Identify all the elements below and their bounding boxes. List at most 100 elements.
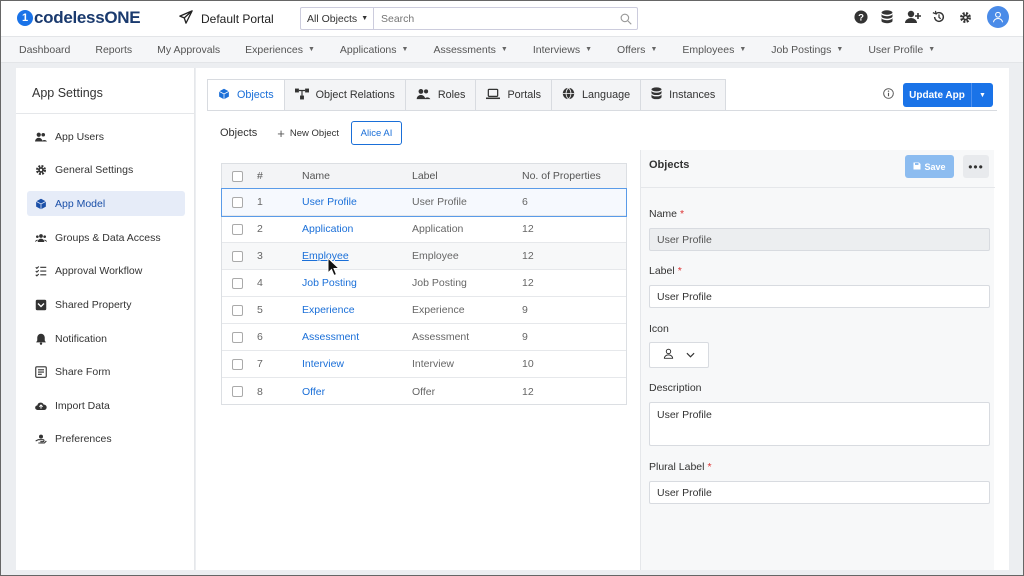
nav-user-profile[interactable]: User Profile ▼ bbox=[868, 44, 935, 56]
detail-title: Objects bbox=[649, 159, 690, 171]
tab-roles[interactable]: Roles bbox=[405, 79, 477, 111]
row-checkbox[interactable] bbox=[232, 196, 243, 208]
database-icon[interactable] bbox=[879, 9, 895, 25]
table-row[interactable]: 4 Job Posting Job Posting 12 bbox=[222, 270, 626, 297]
row-name-link[interactable]: Experience bbox=[302, 304, 355, 316]
save-button[interactable]: Save bbox=[905, 155, 954, 178]
row-props: 9 bbox=[522, 304, 528, 316]
caret-down-icon: ▼ bbox=[928, 46, 936, 53]
row-name-link[interactable]: Employee bbox=[302, 250, 349, 262]
table-row[interactable]: 3 Employee Employee 12 bbox=[222, 243, 626, 270]
col-header-name[interactable]: Name bbox=[302, 170, 330, 182]
update-app-button[interactable]: Update App ▼ bbox=[903, 83, 993, 107]
label-field[interactable]: User Profile bbox=[649, 285, 990, 308]
row-num: 1 bbox=[257, 196, 263, 208]
sidebar-item-groups-data-access[interactable]: Groups & Data Access bbox=[27, 225, 185, 250]
tab-objects[interactable]: Objects bbox=[207, 79, 285, 111]
plural-label-field[interactable]: User Profile bbox=[649, 481, 990, 504]
sidebar-item-share-form[interactable]: Share Form bbox=[27, 359, 185, 384]
update-app-label: Update App bbox=[909, 89, 965, 101]
cube-icon bbox=[35, 198, 47, 210]
logo-text: codelessONE bbox=[34, 8, 141, 27]
table-row[interactable]: 6 Assessment Assessment 9 bbox=[222, 324, 626, 351]
table-row[interactable]: 5 Experience Experience 9 bbox=[222, 297, 626, 324]
laptop-icon bbox=[486, 88, 501, 103]
name-field[interactable]: User Profile bbox=[649, 228, 990, 251]
nav-offers[interactable]: Offers ▼ bbox=[617, 44, 657, 56]
logo-mark: 1 bbox=[17, 10, 33, 26]
row-name-link[interactable]: Assessment bbox=[302, 331, 359, 343]
row-num: 4 bbox=[257, 277, 263, 289]
relations-icon bbox=[294, 88, 309, 103]
nav-job-postings[interactable]: Job Postings ▼ bbox=[771, 44, 843, 56]
user-avatar[interactable] bbox=[987, 6, 1009, 28]
sidebar-item-app-model[interactable]: App Model bbox=[27, 191, 185, 216]
table-header: # Name Label No. of Properties bbox=[222, 164, 626, 189]
table-row[interactable]: 2 Application Application 12 bbox=[222, 216, 626, 243]
users-icon bbox=[35, 131, 47, 143]
new-object-label: New Object bbox=[289, 127, 339, 139]
tab-language[interactable]: Language bbox=[552, 79, 642, 111]
sidebar-item-app-users[interactable]: App Users bbox=[27, 124, 185, 149]
row-checkbox[interactable] bbox=[232, 250, 243, 262]
nav-interviews[interactable]: Interviews ▼ bbox=[533, 44, 592, 56]
sidebar-item-notification[interactable]: Notification bbox=[27, 326, 185, 351]
nav-employees[interactable]: Employees ▼ bbox=[682, 44, 746, 56]
svg-text:?: ? bbox=[858, 13, 864, 24]
new-object-button[interactable]: + New Object bbox=[277, 126, 339, 141]
row-name-link[interactable]: Application bbox=[302, 223, 353, 235]
search-input[interactable] bbox=[374, 8, 615, 29]
brand-logo[interactable]: 1 codelessONE bbox=[17, 8, 141, 28]
settings-icon[interactable] bbox=[957, 9, 973, 25]
info-icon[interactable] bbox=[883, 88, 894, 102]
cube-icon bbox=[218, 88, 230, 103]
bell-icon bbox=[35, 333, 47, 345]
row-checkbox[interactable] bbox=[232, 223, 243, 235]
table-row[interactable]: 8 Offer Offer 12 bbox=[222, 378, 626, 405]
nav-experiences[interactable]: Experiences ▼ bbox=[245, 44, 315, 56]
row-name-link[interactable]: Interview bbox=[302, 358, 344, 370]
nav-reports[interactable]: Reports bbox=[95, 44, 132, 56]
search-scope-select[interactable]: All Objects ▼ bbox=[301, 8, 374, 29]
row-checkbox[interactable] bbox=[232, 277, 243, 289]
description-field[interactable]: User Profile bbox=[649, 402, 990, 446]
table-row[interactable]: 7 Interview Interview 10 bbox=[222, 351, 626, 378]
icon-picker[interactable] bbox=[649, 342, 709, 368]
row-checkbox[interactable] bbox=[232, 304, 243, 316]
hand-user-icon bbox=[35, 433, 47, 445]
tab-portals[interactable]: Portals bbox=[476, 79, 553, 111]
search-icon[interactable] bbox=[615, 13, 637, 25]
nav-my-approvals[interactable]: My Approvals bbox=[157, 44, 220, 56]
tab-instances[interactable]: Instances bbox=[641, 79, 727, 111]
row-checkbox[interactable] bbox=[232, 386, 243, 397]
table-row[interactable]: 1 User Profile User Profile 6 bbox=[221, 188, 627, 217]
row-checkbox[interactable] bbox=[232, 358, 243, 370]
row-checkbox[interactable] bbox=[232, 331, 243, 343]
help-icon[interactable]: ? bbox=[853, 9, 869, 25]
row-name-link[interactable]: User Profile bbox=[302, 196, 357, 208]
sidebar-item-preferences[interactable]: Preferences bbox=[27, 426, 185, 451]
select-all-checkbox[interactable] bbox=[232, 170, 243, 182]
history-icon[interactable] bbox=[931, 9, 947, 25]
sidebar-item-general-settings[interactable]: General Settings bbox=[27, 157, 185, 182]
row-name-link[interactable]: Offer bbox=[302, 386, 325, 398]
col-header-props[interactable]: No. of Properties bbox=[522, 170, 601, 182]
nav-dashboard[interactable]: Dashboard bbox=[19, 44, 70, 56]
col-header-label[interactable]: Label bbox=[412, 170, 438, 182]
row-num: 3 bbox=[257, 250, 263, 262]
sidebar-item-approval-workflow[interactable]: Approval Workflow bbox=[27, 258, 185, 283]
sidebar-item-shared-property[interactable]: Shared Property bbox=[27, 292, 185, 317]
sidebar-divider bbox=[16, 113, 194, 114]
nav-applications[interactable]: Applications ▼ bbox=[340, 44, 409, 56]
nav-assessments[interactable]: Assessments ▼ bbox=[433, 44, 507, 56]
alice-ai-button[interactable]: Alice AI bbox=[351, 121, 402, 145]
caret-down-icon[interactable]: ▼ bbox=[971, 83, 993, 107]
objects-table: # Name Label No. of Properties 1 User Pr… bbox=[221, 163, 627, 405]
add-user-icon[interactable] bbox=[905, 9, 921, 25]
tab-object-relations[interactable]: Object Relations bbox=[284, 79, 406, 111]
row-label: Interview bbox=[412, 358, 455, 370]
sidebar-item-import-data[interactable]: Import Data bbox=[27, 393, 185, 418]
more-options-button[interactable]: ••• bbox=[963, 155, 989, 178]
sidebar-title: App Settings bbox=[32, 86, 103, 100]
portal-switcher[interactable]: Default Portal bbox=[179, 10, 274, 27]
